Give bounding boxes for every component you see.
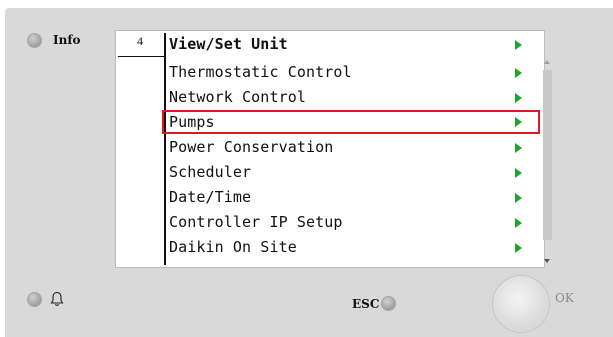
scrollbar[interactable] (543, 56, 553, 267)
right-arrow-icon (515, 193, 522, 203)
right-arrow-icon (515, 218, 522, 228)
ok-label: OK (555, 291, 574, 305)
menu-item-network-control[interactable]: Network Control (168, 85, 538, 110)
screen-divider-vertical (164, 33, 166, 265)
info-led[interactable] (27, 33, 42, 48)
menu-title-row[interactable]: View/Set Unit (168, 32, 538, 57)
menu-item-power-conservation[interactable]: Power Conservation (168, 135, 538, 160)
menu-item-controller-ip-setup[interactable]: Controller IP Setup (168, 210, 538, 235)
info-label: Info (53, 33, 81, 47)
menu-item-pumps[interactable]: Pumps (162, 110, 540, 134)
bell-icon (50, 291, 64, 306)
right-arrow-icon (515, 168, 522, 178)
menu-item-label: Network Control (169, 88, 306, 106)
menu-item-label: Power Conservation (169, 138, 334, 156)
menu-item-label: Pumps (169, 113, 215, 131)
scroll-up-icon[interactable] (544, 60, 550, 64)
screen-divider-horizontal (118, 56, 166, 57)
right-arrow-icon (515, 93, 522, 103)
menu-item-label: Controller IP Setup (169, 213, 343, 231)
menu-item-label: Thermostatic Control (169, 63, 352, 81)
right-arrow-icon (515, 68, 522, 78)
right-arrow-icon (515, 143, 522, 153)
right-arrow-icon (515, 40, 522, 50)
menu-item-label: Scheduler (169, 163, 252, 181)
scrollbar-thumb[interactable] (543, 70, 552, 240)
ok-knob-button[interactable] (493, 276, 549, 332)
scroll-down-icon[interactable] (544, 259, 550, 263)
right-arrow-icon (515, 117, 522, 127)
alarm-led[interactable] (27, 292, 42, 307)
menu-item-label: Daikin On Site (169, 238, 297, 256)
menu-item-date-time[interactable]: Date/Time (168, 185, 538, 210)
esc-button[interactable] (381, 296, 396, 311)
lcd-screen: 4 View/Set Unit Thermostatic Control Net… (115, 30, 552, 268)
esc-label: ESC (352, 297, 380, 311)
menu-item-daikin-on-site[interactable]: Daikin On Site (168, 235, 538, 260)
page-number: 4 (137, 34, 143, 48)
menu-title: View/Set Unit (169, 35, 288, 53)
menu-item-scheduler[interactable]: Scheduler (168, 160, 538, 185)
right-arrow-icon (515, 243, 522, 253)
menu-item-thermostatic-control[interactable]: Thermostatic Control (168, 60, 538, 85)
menu-item-label: Date/Time (169, 188, 252, 206)
